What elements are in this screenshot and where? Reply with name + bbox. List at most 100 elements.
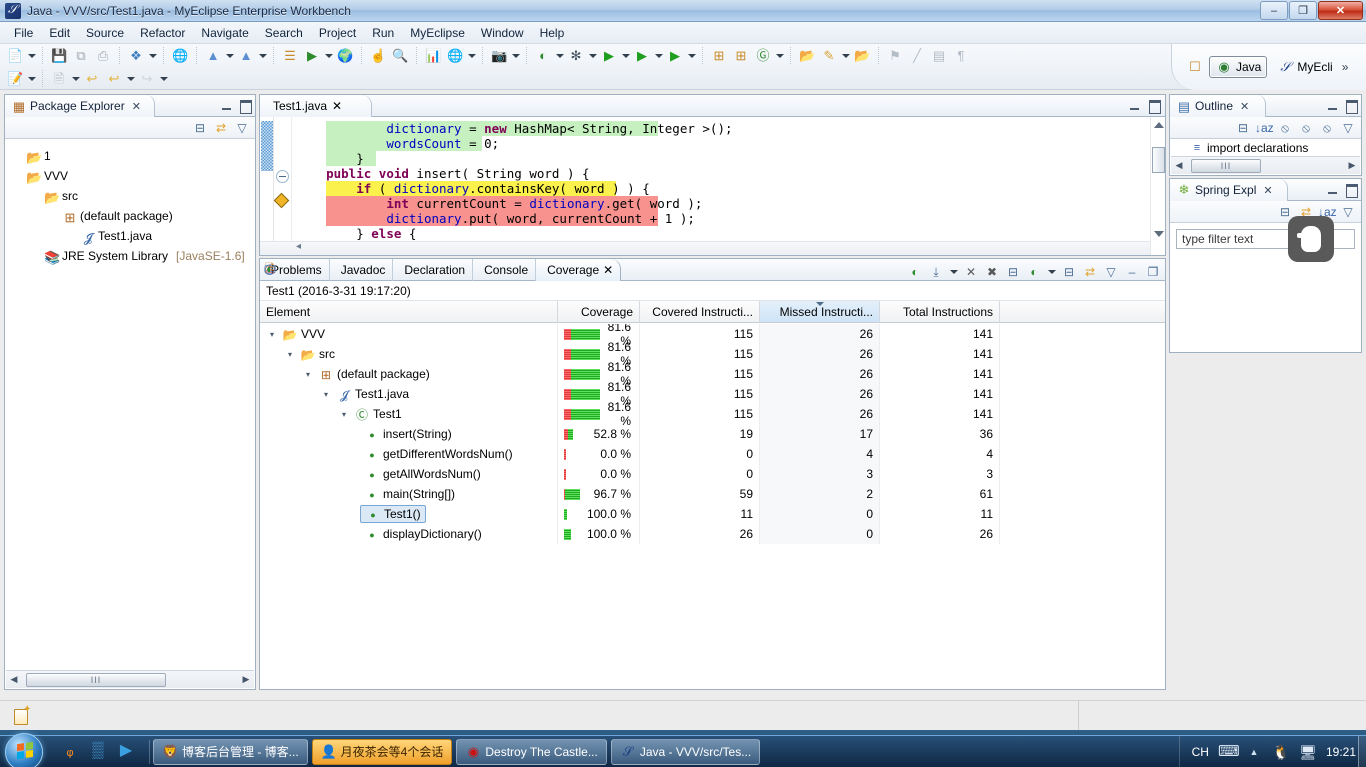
dropdown-arrow-icon[interactable]: [948, 262, 959, 282]
outline-hscrollbar[interactable]: ◀ III ▶: [1171, 156, 1360, 174]
expander-icon[interactable]: ▾: [306, 370, 310, 379]
dropdown-arrow-icon[interactable]: [1046, 262, 1057, 282]
hscroll-thumb[interactable]: III: [26, 673, 166, 687]
cell-element[interactable]: ● getAllWordsNum(): [260, 464, 558, 484]
dropdown-arrow-icon[interactable]: [224, 46, 235, 66]
fold-collapse-icon[interactable]: [276, 170, 289, 183]
outline-row[interactable]: ≡ import declarations: [1171, 140, 1360, 156]
minimize-icon[interactable]: [1325, 182, 1340, 196]
deploy-icon[interactable]: ▲: [236, 46, 256, 66]
network-icon[interactable]: 🖥: [1299, 743, 1317, 761]
hscroll-thumb[interactable]: III: [1191, 159, 1261, 173]
code-line[interactable]: dictionary = new HashMap< String, Intege…: [292, 121, 1150, 136]
toggle-marker-icon[interactable]: ✎: [819, 46, 839, 66]
outline-tree[interactable]: ≡ import declarations: [1171, 140, 1360, 157]
column-header-missed-instructi-[interactable]: Missed Instructi...: [760, 301, 880, 322]
editor-vscrollbar[interactable]: [1150, 117, 1165, 255]
link-with-selection-icon[interactable]: ⇄: [1081, 263, 1099, 281]
new-wizard-icon[interactable]: 📄: [5, 46, 25, 66]
scroll-left-icon[interactable]: ◀: [1171, 160, 1187, 171]
maximize-icon[interactable]: ❐: [1144, 263, 1162, 281]
expander-icon[interactable]: ▾: [270, 330, 274, 339]
perspective-myeclipse[interactable]: 𝒮 MyEcli: [1270, 56, 1338, 78]
menu-run[interactable]: Run: [364, 23, 402, 43]
taskbar-button-3[interactable]: 𝒮 Java - VVV/src/Tes...: [611, 739, 760, 765]
breakpoint-marker-icon[interactable]: [274, 193, 290, 209]
dropdown-arrow-icon[interactable]: [257, 46, 268, 66]
hide-static-icon[interactable]: ⦸: [1297, 119, 1315, 137]
run-icon[interactable]: ▶: [599, 46, 619, 66]
close-icon[interactable]: ✕: [603, 263, 613, 277]
code-line[interactable]: int currentCount = dictionary.get( word …: [292, 196, 1150, 211]
package-explorer-hscrollbar[interactable]: ◀ III ▶: [6, 670, 254, 688]
run-history-icon[interactable]: ▶: [632, 46, 652, 66]
code-line[interactable]: if ( dictionary.containsKey( word ) ) {: [292, 181, 1150, 196]
column-header-total-instructions[interactable]: Total Instructions: [880, 301, 1000, 322]
dropdown-arrow-icon[interactable]: [466, 46, 477, 66]
table-row[interactable]: ● getAllWordsNum() 0.0 % 0 3 3: [260, 464, 1165, 484]
menu-source[interactable]: Source: [78, 23, 132, 43]
tab-test1-java[interactable]: 𝏶 Test1.java ✕: [260, 95, 372, 117]
view-menu-icon[interactable]: ▽: [1102, 263, 1120, 281]
scroll-right-icon[interactable]: ▶: [1344, 160, 1360, 171]
editor-code-area[interactable]: dictionary = new HashMap< String, Intege…: [260, 117, 1165, 255]
show-hidden-icons-icon[interactable]: ▲: [1245, 743, 1263, 761]
tree-item-src[interactable]: 📂 src: [6, 186, 254, 206]
cell-element[interactable]: ● getDifferentWordsNum(): [260, 444, 558, 464]
cell-element[interactable]: ▾ Ⓒ Test1: [260, 404, 558, 424]
tab-spring-explorer[interactable]: ❄ Spring Expl ✕: [1170, 179, 1288, 201]
perspective-java[interactable]: ◉ Java: [1209, 56, 1267, 78]
open-resource-icon[interactable]: 📂: [797, 46, 817, 66]
cell-element[interactable]: ● main(String[]): [260, 484, 558, 504]
link-with-editor-icon[interactable]: ⇄: [212, 119, 230, 137]
menu-file[interactable]: File: [6, 23, 41, 43]
hide-fields-icon[interactable]: ⦸: [1276, 119, 1294, 137]
view-menu-icon[interactable]: ▽: [1339, 119, 1357, 137]
menu-help[interactable]: Help: [532, 23, 573, 43]
table-row[interactable]: ● Test1() 100.0 % 11 0 11: [260, 504, 1165, 524]
cell-element[interactable]: ▾ 𝓙 Test1.java: [260, 384, 558, 404]
dropdown-arrow-icon[interactable]: [840, 46, 851, 66]
new-jsp-icon[interactable]: 🗎: [49, 69, 69, 89]
web-2.0-icon[interactable]: 🌐: [170, 46, 190, 66]
code-line[interactable]: dictionary.put( word, currentCount + 1 )…: [292, 211, 1150, 226]
coverage-icon[interactable]: ◐: [533, 46, 553, 66]
menu-window[interactable]: Window: [473, 23, 532, 43]
next-icon[interactable]: ↪: [137, 69, 157, 89]
new-annotation-icon[interactable]: Ⓖ: [753, 46, 773, 66]
remove-session-icon[interactable]: ✕: [962, 263, 980, 281]
antivirus-icon[interactable]: 🐧: [1272, 743, 1290, 761]
expander-icon[interactable]: ▾: [324, 390, 328, 399]
cell-element[interactable]: ● Test1(): [260, 504, 558, 524]
tree-item-1[interactable]: 📂 1: [6, 146, 254, 166]
minimize-window-button[interactable]: –: [1260, 1, 1288, 20]
dropdown-arrow-icon[interactable]: [620, 46, 631, 66]
dropdown-arrow-icon[interactable]: [554, 46, 565, 66]
report-icon[interactable]: 📊: [423, 46, 443, 66]
deploy-new-icon[interactable]: ▲: [203, 46, 223, 66]
new-class-icon[interactable]: ⊞: [731, 46, 751, 66]
editor-source-lines[interactable]: dictionary = new HashMap< String, Intege…: [292, 117, 1150, 255]
back-icon[interactable]: ↩: [82, 69, 102, 89]
close-icon[interactable]: ✕: [1263, 184, 1272, 197]
tab-declaration[interactable]: 🗎 Declaration: [393, 259, 473, 281]
tab-package-explorer[interactable]: ▦ Package Explorer ✕: [5, 95, 155, 117]
close-window-button[interactable]: ✕: [1318, 1, 1363, 20]
menu-myeclipse[interactable]: MyEclipse: [402, 23, 473, 43]
show-desktop-tiles-icon[interactable]: ▒: [88, 741, 110, 763]
table-row[interactable]: ● insert(String) 52.8 % 19 17 36: [260, 424, 1165, 444]
web-browser-icon[interactable]: 🌐: [445, 46, 465, 66]
package-explorer-tree[interactable]: 📂 1 📂 VVV 📂 src ⊞ (default package) 𝓙 Test1.java 📚…: [6, 140, 254, 670]
tab-outline[interactable]: ▤ Outline ✕: [1170, 95, 1266, 117]
tree-item-test1-java[interactable]: 𝓙 Test1.java: [6, 226, 254, 246]
taskbar-button-2[interactable]: ◉ Destroy The Castle...: [456, 739, 607, 765]
editor-gutter[interactable]: [274, 117, 292, 255]
hide-non-public-icon[interactable]: ⦸: [1318, 119, 1336, 137]
collapse-level-icon[interactable]: ⊟: [1004, 263, 1022, 281]
view-menu-icon[interactable]: ▽: [1339, 203, 1357, 221]
code-line[interactable]: } else {: [292, 226, 1150, 241]
table-row[interactable]: ▾ 📂 src 81.6 % 115 26 141: [260, 344, 1165, 364]
snapshot-icon[interactable]: 📷: [489, 46, 509, 66]
tab-coverage[interactable]: ◐ Coverage ✕: [536, 259, 621, 281]
maximize-icon[interactable]: [237, 98, 252, 112]
